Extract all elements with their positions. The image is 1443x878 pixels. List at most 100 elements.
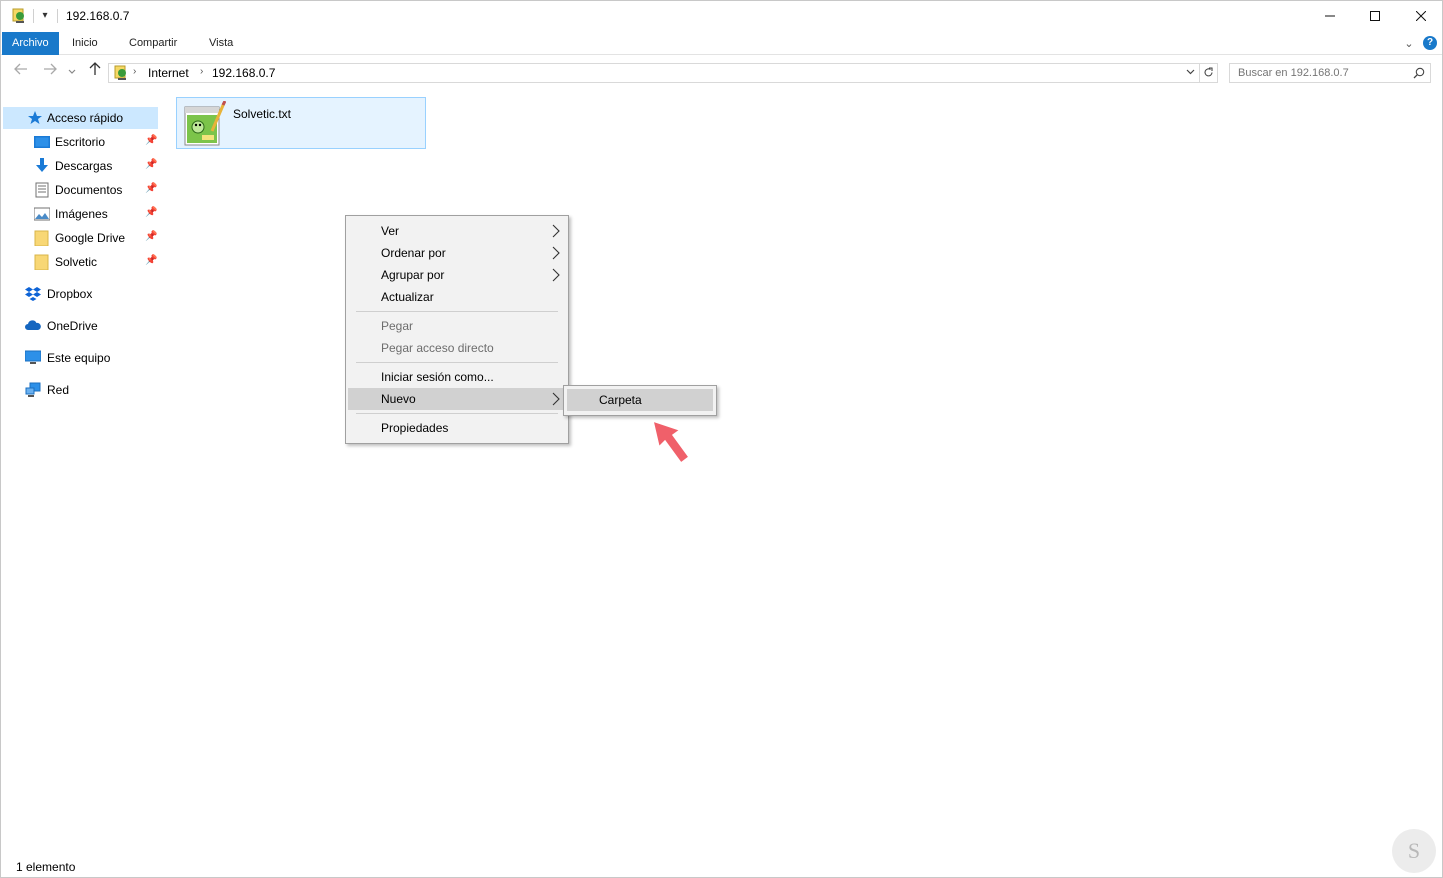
arrow-up-icon [89, 62, 101, 75]
folder-icon [34, 230, 49, 246]
maximize-icon [1370, 11, 1380, 21]
sidebar-item-label: Este equipo [47, 351, 111, 365]
notepad-plus-icon [184, 101, 226, 146]
sidebar-item-label: Imágenes [55, 207, 108, 221]
network-location-icon [12, 8, 24, 23]
title-bar[interactable]: ▾ 192.168.0.7 [1, 1, 1442, 31]
title-separator [33, 9, 34, 23]
title-separator [57, 9, 58, 23]
address-bar[interactable]: › Internet › 192.168.0.7 [108, 63, 1200, 83]
menu-item-pegar[interactable]: Pegar [348, 315, 566, 337]
breadcrumb-chevron-icon[interactable]: › [200, 66, 203, 77]
sidebar-item-onedrive[interactable]: OneDrive [3, 315, 158, 337]
sidebar-item-google-drive[interactable]: Google Drive 📌 [3, 227, 158, 249]
network-location-icon [114, 65, 126, 80]
refresh-button[interactable] [1200, 63, 1218, 83]
arrow-right-icon [44, 63, 57, 75]
chevron-down-icon [68, 69, 76, 74]
menu-item-agrupar-por[interactable]: Agrupar por [348, 264, 566, 286]
menu-item-label: Ordenar por [381, 246, 446, 260]
sidebar-item-label: OneDrive [47, 319, 98, 333]
pin-icon[interactable]: 📌 [145, 183, 157, 194]
sidebar-item-descargas[interactable]: Descargas 📌 [3, 155, 158, 177]
menu-item-nuevo[interactable]: Nuevo [348, 388, 566, 410]
pin-icon[interactable]: 📌 [145, 135, 157, 146]
menu-item-label: Iniciar sesión como... [381, 370, 494, 384]
document-icon [35, 182, 49, 198]
address-history-dropdown[interactable] [1183, 65, 1197, 81]
context-menu: Ver Ordenar por Agrupar por Actualizar P… [345, 215, 569, 444]
tab-vista[interactable]: Vista [199, 32, 243, 55]
tab-compartir[interactable]: Compartir [119, 32, 187, 55]
sidebar-item-red[interactable]: Red [3, 379, 158, 401]
forward-button[interactable] [40, 62, 60, 82]
star-icon [28, 111, 42, 124]
refresh-icon [1204, 67, 1213, 77]
pin-icon[interactable]: 📌 [145, 255, 157, 266]
tab-archivo[interactable]: Archivo [2, 32, 59, 55]
breadcrumb-internet[interactable]: Internet [148, 66, 189, 80]
quick-access-dropdown-icon[interactable]: ▾ [39, 10, 51, 22]
menu-item-label: Propiedades [381, 421, 449, 435]
sidebar-item-label: Descargas [55, 159, 113, 173]
dropbox-icon [25, 287, 41, 301]
cloud-icon [25, 320, 41, 330]
search-box[interactable] [1229, 63, 1431, 83]
sidebar-item-este-equipo[interactable]: Este equipo [3, 347, 158, 369]
menu-item-pegar-acceso-directo[interactable]: Pegar acceso directo [348, 337, 566, 359]
sidebar-item-label: Documentos [55, 183, 123, 197]
svg-text:S: S [1408, 838, 1420, 863]
up-button[interactable] [85, 62, 105, 82]
sidebar-item-solvetic[interactable]: Solvetic 📌 [3, 251, 158, 273]
maximize-button[interactable] [1352, 1, 1398, 31]
file-name: Solvetic.txt [233, 107, 292, 121]
sidebar-item-acceso-rapido[interactable]: Acceso rápido [3, 107, 158, 129]
menu-item-carpeta[interactable]: Carpeta [567, 389, 713, 411]
chevron-right-icon [552, 268, 560, 282]
search-input[interactable] [1230, 64, 1408, 82]
menu-item-ordenar-por[interactable]: Ordenar por [348, 242, 566, 264]
tab-inicio[interactable]: Inicio [62, 32, 108, 55]
solvetic-logo-icon: S [1392, 829, 1436, 873]
navigation-pane: Acceso rápido Escritorio 📌 Descargas 📌 D… [1, 101, 161, 861]
menu-item-label: Nuevo [381, 392, 416, 406]
breadcrumb-ip[interactable]: 192.168.0.7 [212, 66, 275, 80]
sidebar-item-label: Escritorio [55, 135, 106, 149]
download-icon [36, 158, 48, 172]
pin-icon[interactable]: 📌 [145, 207, 157, 218]
menu-item-label: Ver [381, 224, 400, 238]
breadcrumb-chevron-icon[interactable]: › [133, 66, 136, 77]
sidebar-item-imagenes[interactable]: Imágenes 📌 [3, 203, 158, 225]
desktop-icon [34, 136, 50, 148]
menu-item-ver[interactable]: Ver [348, 220, 566, 242]
menu-item-label: Carpeta [599, 393, 642, 407]
menu-item-label: Pegar acceso directo [381, 341, 494, 355]
menu-item-iniciar-sesion[interactable]: Iniciar sesión como... [348, 366, 566, 388]
recent-locations-button[interactable] [65, 62, 79, 82]
expand-ribbon-icon[interactable]: ⌄ [1402, 37, 1416, 51]
sidebar-item-label: Dropbox [47, 287, 93, 301]
menu-item-actualizar[interactable]: Actualizar [348, 286, 566, 308]
close-button[interactable] [1398, 1, 1443, 31]
arrow-left-icon [14, 63, 27, 75]
sidebar-item-documentos[interactable]: Documentos 📌 [3, 179, 158, 201]
window-title: 192.168.0.7 [66, 9, 130, 23]
explorer-window: ▾ 192.168.0.7 Archivo Inicio Compartir V… [0, 0, 1443, 878]
menu-item-label: Pegar [381, 319, 414, 333]
pin-icon[interactable]: 📌 [145, 159, 157, 170]
submenu-nuevo: Carpeta [563, 385, 717, 416]
sidebar-item-escritorio[interactable]: Escritorio 📌 [3, 131, 158, 153]
menu-separator [356, 413, 558, 414]
file-item[interactable]: Solvetic.txt [176, 97, 426, 149]
pin-icon[interactable]: 📌 [145, 231, 157, 242]
search-icon [1413, 67, 1425, 79]
menu-item-label: Actualizar [381, 290, 434, 304]
back-button[interactable] [11, 62, 31, 82]
menu-item-propiedades[interactable]: Propiedades [348, 417, 566, 439]
minimize-button[interactable] [1307, 1, 1353, 31]
chevron-down-icon [1186, 69, 1194, 75]
sidebar-item-dropbox[interactable]: Dropbox [3, 283, 158, 305]
close-icon [1416, 11, 1426, 21]
help-icon[interactable]: ? [1423, 36, 1437, 50]
computer-icon [25, 350, 41, 364]
